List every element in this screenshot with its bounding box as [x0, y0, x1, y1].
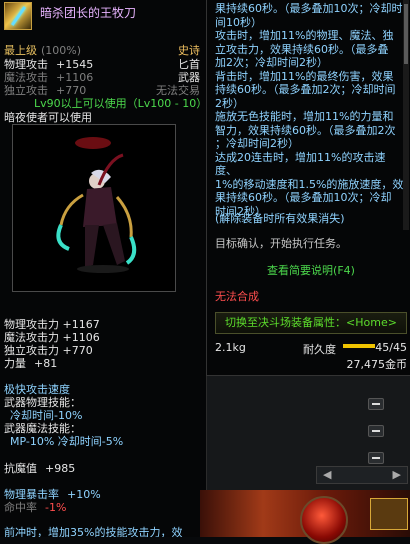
page-nav-bar: ◀ ▶ — [316, 466, 408, 484]
character-figure-image — [56, 137, 137, 273]
cannot-combine-label: 无法合成 — [215, 290, 259, 303]
mag-cooldown: MP-10% 冷却时间-5% — [10, 435, 124, 448]
minus-button-3[interactable] — [368, 452, 384, 464]
effect-line: 间10秒） — [215, 15, 262, 29]
switch-duel-attr-button[interactable]: 切换至决斗场装备属性：<Home> — [215, 312, 407, 334]
effect-line: 2秒） — [215, 96, 244, 110]
effect-line: 攻击时，增加11%的物理、魔法、独 — [215, 29, 394, 42]
unequip-note: (解除装备时所有效果消失) — [215, 212, 345, 225]
dagger-item-icon — [4, 2, 32, 30]
effect-line: ；冷却时间2秒） — [215, 137, 299, 150]
effect-line: 施放无色技能时，增加11%的力量和 — [215, 110, 394, 123]
durability-label: 耐久度 — [303, 343, 336, 356]
view-description-link[interactable]: 查看简要说明(F4) — [215, 264, 407, 278]
effect-line: 持续60秒。（最多叠加2次；冷却时间 — [215, 83, 396, 96]
skill-slot-icon[interactable] — [370, 498, 408, 530]
item-effect-panel: 果持续60秒。（最多叠加10次；冷却时 间10秒） 攻击时，增加11%的物理、魔… — [206, 0, 410, 376]
item-price: 27,475金币 — [346, 358, 408, 371]
stat-strength: 力量 +81 — [4, 357, 58, 370]
minus-button-2[interactable] — [368, 425, 384, 437]
item-weight: 2.1kg — [215, 341, 246, 354]
effect-line: 立攻击力，效果持续60秒。（最多叠 — [215, 42, 389, 56]
durability-bar — [343, 344, 375, 348]
effect-line: 果持续60秒。（最多叠加10次；冷却 — [215, 191, 392, 204]
hit-rate-line: 命中率 -1% — [4, 501, 67, 514]
class-requirement: 暗夜使者可以使用 — [4, 111, 92, 124]
effect-line: 加2次；冷却时间2秒） — [215, 56, 328, 69]
next-arrow-icon[interactable]: ▶ — [393, 468, 401, 481]
item-tooltip-panel: 暗杀团长的王牧刀 最上级 (100%) 史诗 物理攻击 +1545 匕首 魔法攻击 +… — [0, 0, 207, 537]
prev-arrow-icon[interactable]: ◀ — [323, 468, 331, 481]
effect-line: 智力，效果持续60秒。（最多叠加2次 — [215, 123, 396, 137]
character-preview — [12, 124, 176, 292]
target-confirm-text: 目标确认，开始执行任务。 — [215, 237, 347, 250]
anti-magic-line: 抗魔值 +985 — [4, 462, 76, 475]
effect-description: 果持续60秒。（最多叠加10次；冷却时 间10秒） 攻击时，增加11%的物理、魔… — [215, 2, 407, 218]
durability-value: 45/45 — [375, 341, 407, 354]
item-title: 暗杀团长的王牧刀 — [40, 6, 137, 20]
effect-line: 1%的移动速度和1.5%的施放速度，效 — [215, 177, 404, 191]
effect-line: 果持续60秒。（最多叠加10次；冷却时 — [215, 2, 403, 15]
effect-line: 背击时，增加11%的最终伤害，效果 — [215, 69, 394, 83]
minus-button-1[interactable] — [368, 398, 384, 410]
effect-line: 达成20连击时，增加11%的攻击速度、 — [215, 150, 386, 178]
dash-effect-text: 前冲时，增加35%的技能攻击力，效 — [4, 526, 183, 537]
